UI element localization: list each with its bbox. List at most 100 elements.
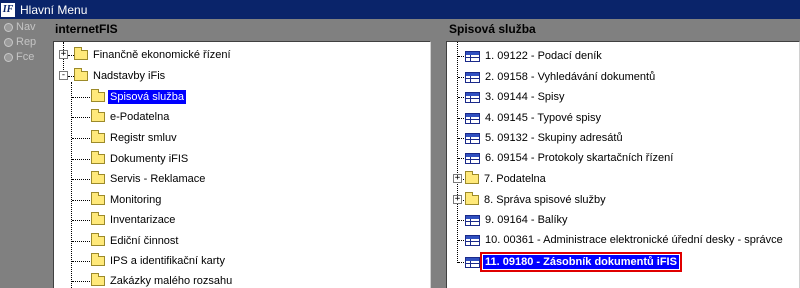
right-panel-title: Spisová služba <box>449 22 536 36</box>
expand-plus-icon[interactable]: + <box>453 174 462 183</box>
folder-icon <box>91 212 105 225</box>
folder-icon <box>91 253 105 266</box>
radio-circle-icon <box>4 52 13 62</box>
table-icon <box>465 234 480 246</box>
expand-plus-icon[interactable]: + <box>59 50 68 59</box>
tree-item-ips-identifikacni-karty[interactable]: IPS a identifikační karty <box>91 251 227 271</box>
table-icon <box>465 50 480 62</box>
tree-connector <box>72 117 90 118</box>
tree-item-label: e-Podatelna <box>110 111 170 123</box>
menu-item-typove-spisy[interactable]: 4. 09145 - Typové spisy <box>465 108 603 128</box>
menu-item-podaci-denik[interactable]: 1. 09122 - Podací deník <box>465 46 604 66</box>
tree-item-registr-smluv[interactable]: Registr smluv <box>91 128 179 148</box>
tree-item-label: Registr smluv <box>110 132 177 144</box>
menu-item-label: 4. 09145 - Typové spisy <box>485 112 601 124</box>
tree-connector <box>72 261 90 262</box>
tree-connector <box>72 138 90 139</box>
folder-icon <box>91 109 105 122</box>
menu-item-skupiny-adresatu[interactable]: 5. 09132 - Skupiny adresátů <box>465 128 625 148</box>
tree-item-edicni-cinnost[interactable]: Ediční činnost <box>91 231 180 251</box>
tree-item-label: IPS a identifikační karty <box>110 255 225 267</box>
window-title: Hlavní Menu <box>20 2 88 17</box>
tree-item-e-podatelna[interactable]: e-Podatelna <box>91 107 171 127</box>
left-panel-title: internetFIS <box>55 22 118 36</box>
tree-connector <box>72 159 90 160</box>
open-folder-icon <box>74 68 88 81</box>
menu-item-administrace-uredni-desky[interactable]: 10. 00361 - Administrace elektronické úř… <box>465 230 785 250</box>
tree-item-monitoring[interactable]: Monitoring <box>91 190 163 210</box>
folder-icon <box>91 151 105 164</box>
radio-fce[interactable]: Fce <box>0 50 46 64</box>
table-icon <box>465 112 480 124</box>
radio-circle-icon <box>4 37 13 47</box>
tree-connector <box>72 179 90 180</box>
tree-connector <box>457 42 458 263</box>
tree-connector <box>458 158 464 159</box>
table-icon <box>465 256 480 268</box>
table-icon <box>465 152 480 164</box>
tree-item-label: Spisová služba <box>108 90 186 104</box>
tree-item-nadstavby-ifis[interactable]: Nadstavby iFis <box>74 66 167 86</box>
menu-item-vyhledavani-dokumentu[interactable]: 2. 09158 - Vyhledávání dokumentů <box>465 67 657 87</box>
folder-icon <box>91 273 105 286</box>
menu-item-label: 9. 09164 - Balíky <box>485 214 568 226</box>
radio-label: Rep <box>16 36 37 48</box>
menu-item-protokoly-skartacnich-rizeni[interactable]: 6. 09154 - Protokoly skartačních řízení <box>465 148 675 168</box>
expand-plus-icon[interactable]: + <box>453 195 462 204</box>
tree-connector <box>458 118 464 119</box>
menu-item-label: 1. 09122 - Podací deník <box>485 50 602 62</box>
tree-connector <box>458 220 464 221</box>
folder-icon <box>91 130 105 143</box>
table-icon <box>465 214 480 226</box>
radio-label: Fce <box>16 51 35 63</box>
tree-connector <box>458 262 464 263</box>
menu-item-label: 11. 09180 - Zásobník dokumentů iFIS <box>480 252 682 272</box>
tree-connector <box>458 97 464 98</box>
tree-item-label: Nadstavby iFis <box>93 70 166 82</box>
tree-item-label: Inventarizace <box>110 214 176 226</box>
tree-item-inventarizace[interactable]: Inventarizace <box>91 210 177 230</box>
tree-item-financne-ekonomicke-rizeni[interactable]: Finančně ekonomické řízení <box>74 45 233 65</box>
folder-icon <box>91 192 105 205</box>
tree-item-zakazky-maleho-rozsahu[interactable]: Zakázky malého rozsahu <box>91 271 234 288</box>
menu-item-zasobnik-dokumentu-ifis[interactable]: 11. 09180 - Zásobník dokumentů iFIS <box>465 252 682 272</box>
menu-item-label: 10. 00361 - Administrace elektronické úř… <box>485 234 783 246</box>
folder-icon <box>91 89 105 102</box>
menu-item-label: 7. Podatelna <box>484 173 546 185</box>
right-tree-panel: 1. 09122 - Podací deník 2. 09158 - Vyhle… <box>446 41 800 288</box>
table-icon <box>465 91 480 103</box>
tree-item-label: Monitoring <box>110 194 162 206</box>
folder-icon <box>465 192 479 205</box>
tree-item-servis-reklamace[interactable]: Servis - Reklamace <box>91 169 207 189</box>
tree-connector <box>72 220 90 221</box>
tree-connector <box>71 82 72 288</box>
folder-icon <box>74 47 88 60</box>
left-tree-panel: + Finančně ekonomické řízení - Nadstavby… <box>53 41 431 288</box>
tree-item-spisova-sluzba[interactable]: Spisová služba <box>91 87 186 107</box>
tree-item-label: Dokumenty iFIS <box>110 153 189 165</box>
tree-connector <box>458 56 464 57</box>
radio-nav[interactable]: Nav <box>0 20 46 34</box>
menu-item-spisy[interactable]: 3. 09144 - Spisy <box>465 87 567 107</box>
menu-item-podatelna[interactable]: 7. Podatelna <box>465 169 548 189</box>
tree-item-dokumenty-ifis[interactable]: Dokumenty iFIS <box>91 149 190 169</box>
menu-item-label: 6. 09154 - Protokoly skartačních řízení <box>485 152 674 164</box>
menu-item-label: 2. 09158 - Vyhledávání dokumentů <box>485 71 656 83</box>
folder-icon <box>91 233 105 246</box>
app-logo-icon: IF <box>1 2 15 17</box>
tree-connector <box>72 241 90 242</box>
collapse-minus-icon[interactable]: - <box>59 71 68 80</box>
tree-connector <box>458 240 464 241</box>
menu-item-label: 8. Správa spisové služby <box>484 194 606 206</box>
tree-connector <box>72 200 90 201</box>
tree-item-label: Servis - Reklamace <box>110 173 206 185</box>
tree-connector <box>72 281 90 282</box>
radio-label: Nav <box>16 21 36 33</box>
menu-item-baliky[interactable]: 9. 09164 - Balíky <box>465 210 570 230</box>
folder-icon <box>91 171 105 184</box>
menu-item-sprava-spisove-sluzby[interactable]: 8. Správa spisové služby <box>465 190 608 210</box>
tree-item-label: Zakázky malého rozsahu <box>110 275 233 287</box>
tree-item-label: Finančně ekonomické řízení <box>93 49 231 61</box>
radio-rep[interactable]: Rep <box>0 35 46 49</box>
menu-item-label: 3. 09144 - Spisy <box>485 91 565 103</box>
